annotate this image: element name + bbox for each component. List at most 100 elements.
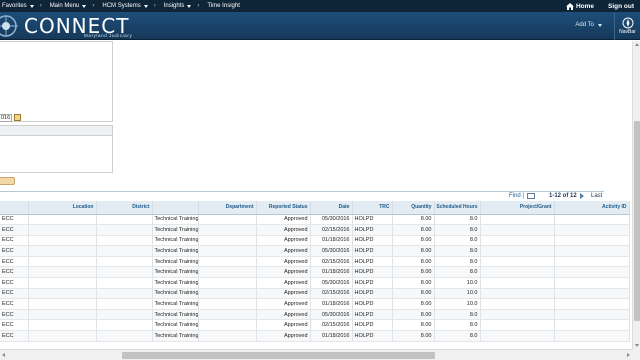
last-page-link[interactable]: Last [591,193,602,199]
navbar-button[interactable]: NavBar [614,12,640,40]
table-row[interactable]: ECC Technical Training Approved 02/15/2016 H… [0,224,630,236]
table-cell [96,319,153,332]
table-cell: 01/18/2016 [310,235,353,247]
column-header [152,201,199,215]
table-cell [480,245,555,257]
next-page-icon[interactable] [580,193,584,199]
vertical-scrollbar[interactable] [632,41,640,349]
table-cell: Approved [256,309,311,321]
table-cell: 8.0 [434,266,481,279]
column-header[interactable]: Location [28,201,97,215]
table-row[interactable]: ECC Technical Training Approved 05/30/2016 H… [0,309,630,321]
table-row[interactable]: ECC Technical Training Approved 01/18/2016 H… [0,235,630,247]
column-header[interactable]: Activity ID [554,201,630,215]
find-link[interactable]: Find | [509,193,524,199]
action-button[interactable] [0,177,15,185]
column-header[interactable]: TRC [352,201,393,215]
sign-out-link[interactable]: Sign out [608,3,634,10]
view-all-icon[interactable] [527,193,535,199]
table-cell [198,319,257,332]
home-link[interactable]: Home [565,2,594,10]
menu-hcm-systems[interactable]: HCM Systems [100,0,148,12]
chevron-down-icon [187,4,192,8]
table-cell: 8.00 [392,266,435,279]
chevron-down-icon [598,23,602,27]
column-header[interactable]: Project/Grant [480,201,555,215]
horizontal-scroll-thumb[interactable] [122,352,435,359]
table-cell: 8.0 [434,309,481,321]
chevron-down-icon [29,4,34,8]
table-cell [96,298,153,310]
table-cell: 8.0 [434,235,481,247]
menu-time-insight[interactable]: Time Insight [205,0,239,12]
calendar-icon[interactable] [14,114,21,121]
table-cell: 8.0 [434,214,481,226]
table-row[interactable]: ECC Technical Training Approved 05/30/2016 H… [0,245,630,257]
table-cell [198,214,257,226]
table-cell: 05/30/2016 [310,309,353,321]
table-row[interactable]: ECC Technical Training Approved 01/18/2016 H… [0,266,630,279]
add-to-label: Add To [575,22,594,28]
table-cell: 01/18/2016 [310,266,353,279]
column-header[interactable]: Scheduled Hours [434,201,481,215]
table-cell: Approved [256,288,311,300]
table-cell [480,277,555,289]
table-cell [480,319,555,332]
table-cell [28,309,97,321]
search-criteria-panel [0,41,113,122]
column-header[interactable]: Quantity [392,201,435,215]
table-cell: 8.00 [392,277,435,289]
vertical-scroll-thumb[interactable] [634,121,640,321]
menu-label: Favorites [2,3,27,9]
table-row[interactable]: ECC Technical Training Approved 01/18/2016 H… [0,330,630,342]
scroll-right-icon[interactable] [627,353,630,357]
column-header[interactable]: District [96,201,153,215]
table-cell: Technical Training [152,319,199,332]
table-cell: 8.00 [392,235,435,247]
scroll-down-icon[interactable] [635,344,639,347]
table-cell [554,235,630,247]
table-row[interactable]: ECC Technical Training Approved 02/15/2016 H… [0,288,630,300]
column-header[interactable]: Reported Status [256,201,311,215]
table-row[interactable]: ECC Technical Training Approved 05/30/2016 H… [0,277,630,289]
menu-favorites[interactable]: Favorites [0,0,34,12]
table-row[interactable]: ECC Technical Training Approved 02/15/2016 H… [0,256,630,268]
date-field[interactable]: 016 [0,114,12,122]
connect-logo: CONNECT Maryland Judiciary [0,13,133,39]
menu-insights[interactable]: Insights [162,0,192,12]
table-cell: 05/30/2016 [310,214,353,226]
table-row[interactable]: ECC Technical Training Approved 01/18/2016 H… [0,298,630,310]
table-cell: HOLPD [352,245,393,257]
brand-bar: CONNECT Maryland Judiciary Add To NavBar [0,12,640,40]
table-cell: HOLPD [352,288,393,300]
table-cell [198,256,257,268]
add-to-menu[interactable]: Add To [575,22,602,28]
table-cell [480,309,555,321]
table-cell [480,256,555,268]
scroll-left-icon[interactable] [2,353,5,357]
horizontal-scrollbar[interactable] [0,349,632,360]
table-cell: ECC [0,330,29,342]
main-content: 016 Find | 1-12 of 12 Last Location Distr… [0,41,632,349]
table-cell [554,309,630,321]
table-cell: Technical Training [152,330,199,342]
options-panel [0,125,113,173]
table-cell: 10.0 [434,288,481,300]
menu-main-menu[interactable]: Main Menu [48,0,87,12]
table-row[interactable]: ECC Technical Training Approved 02/15/2016 H… [0,319,630,332]
table-row[interactable]: ECC Technical Training Approved 05/30/2016 H… [0,214,630,226]
table-cell: 8.00 [392,298,435,310]
brand-tagline: Maryland Judiciary [84,33,133,38]
home-icon [565,2,574,10]
column-header[interactable]: Department [198,201,257,215]
table-cell [554,256,630,268]
table-cell [480,214,555,226]
column-header[interactable]: Date [310,201,353,215]
table-cell: 8.00 [392,319,435,332]
logo-mark-icon [0,15,18,37]
scroll-up-icon[interactable] [635,43,639,46]
table-cell: 8.00 [392,214,435,226]
table-cell: HOLPD [352,309,393,321]
table-cell [198,224,257,236]
table-cell: 10.0 [434,298,481,310]
